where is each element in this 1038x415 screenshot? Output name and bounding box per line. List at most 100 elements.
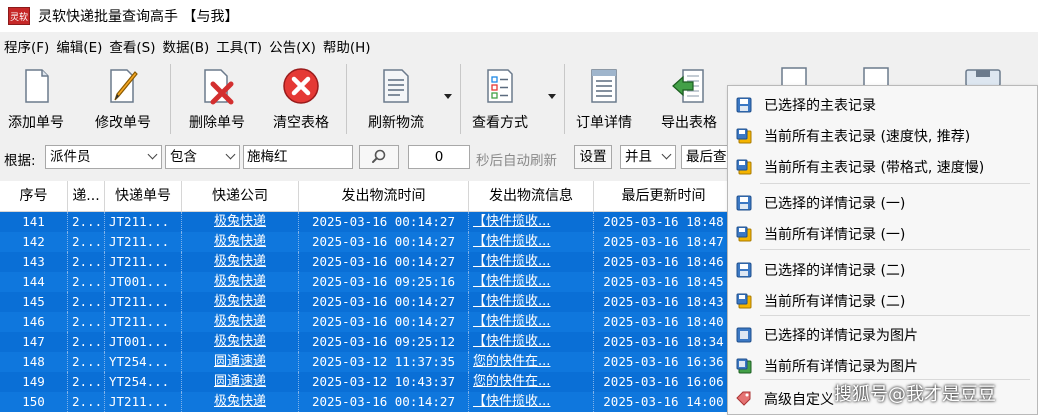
context-menu-item-label: 高级自定义 (764, 392, 834, 408)
refresh-dropdown-arrow-icon[interactable] (444, 94, 452, 99)
table-cell-c2: 2... (68, 292, 105, 312)
settings-button[interactable]: 设置 (574, 145, 612, 169)
table-cell-last-update: 2025-03-16 14:00 (594, 392, 734, 412)
context-menu-item[interactable]: 当前所有主表记录 (带格式, 速度慢) (728, 151, 1037, 182)
column-header-company[interactable]: 快递公司 (182, 181, 299, 211)
edit-tracking-button[interactable]: 修改单号 (90, 64, 156, 136)
table-cell-no: 145 (0, 292, 68, 312)
window-title: 灵软快递批量查询高手 【与我】 (38, 9, 239, 25)
filter-operator-select[interactable]: 包含 (165, 145, 240, 169)
context-menu-item[interactable]: 当前所有详情记录 (二) (728, 285, 1037, 316)
menu-data[interactable]: 数据(B) (159, 36, 213, 56)
table-cell-last-update: 2025-03-16 16:36 (594, 352, 734, 372)
filter-operator-value: 包含 (170, 149, 197, 165)
menu-notice[interactable]: 公告(X) (265, 36, 319, 56)
add-tracking-button[interactable]: 添加单号 (4, 64, 68, 136)
table-cell-tracking: JT211... (105, 252, 182, 272)
table-cell-sent-info: 【快件揽收... (469, 252, 594, 272)
menu-program[interactable]: 程序(F) (0, 36, 52, 56)
context-menu-item-label: 已选择的详情记录为图片 (764, 328, 918, 344)
save-icon (736, 262, 752, 278)
table-cell-no: 149 (0, 372, 68, 392)
filter-field-select[interactable]: 派件员 (45, 145, 162, 169)
clear-circle-x-icon (283, 68, 319, 104)
auto-refresh-hint: 秒后自动刷新 (476, 153, 557, 169)
context-menu-item[interactable]: 当前所有详情记录为图片 (728, 350, 1037, 381)
second-filter-field-select[interactable]: 最后查 (681, 145, 731, 169)
save-all-icon (736, 293, 752, 309)
table-cell-company: 极兔快递 (182, 332, 299, 352)
hidden-toolbar-icon (863, 67, 889, 86)
export-table-button[interactable]: 导出表格 (656, 64, 722, 136)
filter-logic-select[interactable]: 并且 (620, 145, 676, 169)
table-cell-tracking: JT211... (105, 312, 182, 332)
table-cell-company: 极兔快递 (182, 252, 299, 272)
export-arrow-icon (672, 69, 704, 103)
image-all-icon (736, 358, 752, 374)
table-cell-c2: 2... (68, 312, 105, 332)
context-menu-item[interactable]: 当前所有主表记录 (速度快, 推荐) (728, 120, 1037, 151)
table-cell-last-update: 2025-03-16 18:43 (594, 292, 734, 312)
table-cell-sent-time: 2025-03-16 00:14:27 (299, 232, 469, 252)
menu-tools[interactable]: 工具(T) (212, 36, 265, 56)
context-menu-separator (760, 183, 1030, 184)
column-header-last-update[interactable]: 最后更新时间 (594, 181, 734, 211)
menu-edit[interactable]: 编辑(E) (52, 36, 105, 56)
column-header-tracking[interactable]: 快递单号 (105, 181, 182, 211)
order-detail-button[interactable]: 订单详情 (572, 64, 636, 136)
context-menu-item[interactable]: 已选择的主表记录 (728, 89, 1037, 120)
column-header-sent-info[interactable]: 发出物流信息 (469, 181, 594, 211)
table-cell-company: 极兔快递 (182, 312, 299, 332)
table-cell-last-update: 2025-03-16 16:06 (594, 372, 734, 392)
column-header-sent-time[interactable]: 发出物流时间 (299, 181, 469, 211)
save-all-icon (736, 128, 752, 144)
table-cell-no: 143 (0, 252, 68, 272)
context-menu-item[interactable]: 当前所有详情记录 (一) (728, 218, 1037, 249)
table-cell-company: 极兔快递 (182, 292, 299, 312)
table-cell-tracking: YT254... (105, 372, 182, 392)
table-cell-last-update: 2025-03-16 18:46 (594, 252, 734, 272)
context-menu-item[interactable]: 已选择的详情记录 (一) (728, 187, 1037, 218)
context-menu-item[interactable]: 已选择的详情记录 (二) (728, 254, 1037, 285)
delete-tracking-label: 删除单号 (189, 115, 245, 131)
delete-tracking-button[interactable]: 删除单号 (184, 64, 250, 136)
table-cell-tracking: JT211... (105, 292, 182, 312)
table-cell-sent-time: 2025-03-16 00:14:27 (299, 292, 469, 312)
toolbar-divider (170, 64, 171, 134)
context-menu-item-label: 当前所有详情记录 (二) (764, 294, 906, 310)
table-cell-sent-time: 2025-03-16 00:14:27 (299, 312, 469, 332)
column-header-no[interactable]: 序号 (0, 181, 68, 211)
search-icon (372, 149, 386, 163)
menu-view[interactable]: 查看(S) (105, 36, 158, 56)
view-mode-dropdown-arrow-icon[interactable] (548, 94, 556, 99)
menu-help[interactable]: 帮助(H) (319, 36, 374, 56)
view-mode-button[interactable]: 查看方式 (468, 64, 532, 136)
table-cell-company: 极兔快递 (182, 212, 299, 232)
context-menu-item[interactable]: 已选择的详情记录为图片 (728, 319, 1037, 350)
refresh-logistics-button[interactable]: 刷新物流 (362, 64, 430, 136)
clear-table-button[interactable]: 清空表格 (268, 64, 334, 136)
second-filter-field-value: 最后查 (686, 149, 727, 165)
table-cell-company: 圆通速递 (182, 372, 299, 392)
search-button[interactable] (359, 145, 399, 169)
column-header-2[interactable]: 递... (68, 181, 105, 211)
context-menu-separator (760, 249, 1030, 250)
table-cell-no: 148 (0, 352, 68, 372)
view-mode-label: 查看方式 (472, 115, 528, 131)
order-detail-label: 订单详情 (576, 115, 632, 131)
auto-refresh-seconds-input[interactable]: 0 (408, 145, 470, 169)
filter-field-value: 派件员 (50, 149, 91, 165)
chevron-down-icon (147, 149, 158, 160)
table-cell-c2: 2... (68, 372, 105, 392)
filter-by-label: 根据: (4, 153, 36, 169)
context-menu-item-label: 已选择的主表记录 (764, 98, 876, 114)
table-cell-c2: 2... (68, 332, 105, 352)
table-cell-sent-time: 2025-03-16 00:14:27 (299, 392, 469, 412)
new-document-icon (25, 69, 49, 103)
table-cell-no: 144 (0, 272, 68, 292)
table-cell-c2: 2... (68, 252, 105, 272)
refresh-logistics-label: 刷新物流 (368, 115, 424, 131)
hidden-toolbar-icon (965, 69, 1001, 86)
tag-icon (736, 391, 751, 406)
filter-value-input[interactable]: 施梅红 (243, 145, 353, 169)
